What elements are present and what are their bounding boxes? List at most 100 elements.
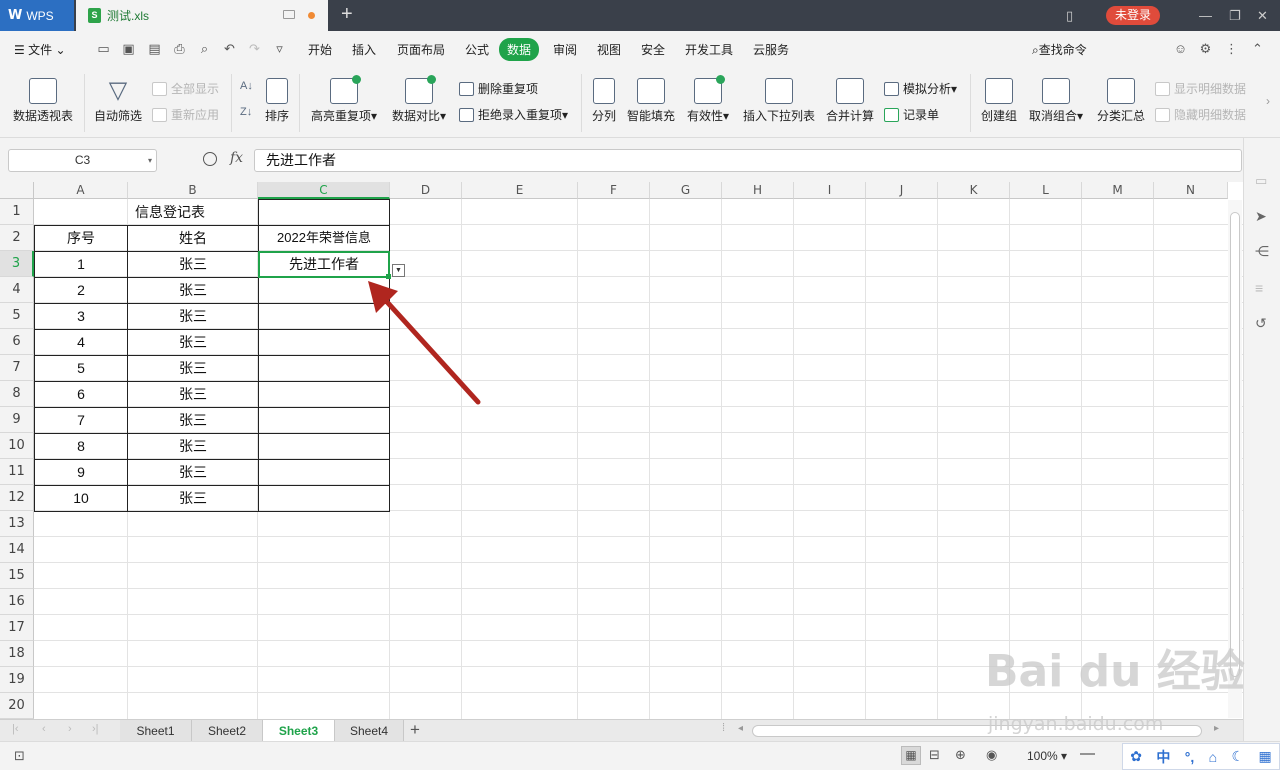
ribbon-scroll-right-icon[interactable]: › [1266, 94, 1270, 108]
undo-icon[interactable]: ↶ [222, 41, 237, 56]
row-header-5[interactable]: 5 [0, 303, 34, 329]
tab-home[interactable]: 开始 [308, 41, 332, 58]
document-tab[interactable]: S 测试.xls [76, 0, 328, 31]
vertical-scroll-thumb[interactable] [1230, 212, 1240, 677]
wps-home-tab[interactable]: W WPS [0, 0, 74, 31]
sheet-nav-prev-icon[interactable]: ‹ [42, 723, 46, 735]
redo-icon[interactable]: ↷ [247, 41, 262, 56]
tab-cloud[interactable]: 云服务 [753, 41, 789, 58]
sort-button[interactable]: 排序 [262, 78, 292, 124]
sheet-nav-next-icon[interactable]: › [68, 723, 72, 735]
eye-protection-icon[interactable]: ◉ [986, 747, 997, 763]
autofilter-button[interactable]: ▽ 自动筛选 [93, 78, 143, 124]
cell-a7[interactable]: 5 [34, 355, 128, 381]
highlight-duplicates-button[interactable]: 高亮重复项▾ [308, 75, 380, 124]
print-icon[interactable]: ⎙ [172, 41, 187, 56]
pdf-icon[interactable]: ▤ [147, 41, 162, 56]
tab-security[interactable]: 安全 [641, 41, 665, 58]
column-header-i[interactable]: I [794, 182, 866, 199]
hide-detail-button[interactable]: 隐藏明细数据 [1155, 106, 1246, 123]
zoom-search-icon[interactable] [203, 152, 217, 166]
page-layout-view-icon[interactable]: ⊕ [955, 747, 966, 763]
ungroup-button[interactable]: 取消组合▾ [1027, 78, 1085, 124]
column-header-m[interactable]: M [1082, 182, 1154, 199]
zoom-level[interactable]: 100% ▾ [1027, 749, 1067, 763]
column-header-l[interactable]: L [1010, 182, 1082, 199]
column-header-f[interactable]: F [578, 182, 650, 199]
moon-icon[interactable]: ☾ [1232, 748, 1245, 765]
cell-a6[interactable]: 4 [34, 329, 128, 355]
comment-icon[interactable]: ▭ [1255, 173, 1267, 189]
cell-a11[interactable]: 9 [34, 459, 128, 485]
zoom-out-icon[interactable]: — [1080, 745, 1095, 762]
show-detail-button[interactable]: 显示明细数据 [1155, 80, 1246, 97]
collapse-ribbon-icon[interactable]: ⌃ [1250, 41, 1265, 56]
row-header-2[interactable]: 2 [0, 225, 34, 251]
column-header-j[interactable]: J [866, 182, 938, 199]
chevron-down-icon[interactable]: ▾ [148, 150, 152, 171]
row-header-3[interactable]: 3 [0, 251, 34, 277]
hscroll-right-icon[interactable]: ▸ [1214, 723, 1219, 734]
cell-b2-header[interactable]: 姓名 [128, 225, 258, 251]
column-header-a[interactable]: A [34, 182, 128, 199]
cell-b7[interactable]: 张三 [128, 355, 258, 381]
normal-view-icon[interactable]: ▦ [901, 746, 921, 765]
column-header-n[interactable]: N [1154, 182, 1228, 199]
pivot-table-button[interactable]: 数据透视表 [12, 78, 74, 124]
sheet-tab-1[interactable]: Sheet1 [120, 720, 192, 742]
column-header-c[interactable]: C [258, 182, 390, 199]
page-break-view-icon[interactable]: ⊟ [929, 747, 940, 763]
hscroll-left-icon[interactable]: ◂ [738, 723, 743, 734]
sort-desc-icon[interactable]: Z↓ [240, 106, 252, 118]
row-header-11[interactable]: 11 [0, 459, 34, 485]
tab-insert[interactable]: 插入 [352, 41, 376, 58]
row-header-4[interactable]: 4 [0, 277, 34, 303]
row-header-15[interactable]: 15 [0, 563, 34, 589]
formula-input[interactable]: 先进工作者 [254, 149, 1242, 172]
punctuation-icon[interactable]: °, [1185, 749, 1195, 765]
validity-button[interactable]: 有效性▾ [684, 75, 732, 124]
row-header-14[interactable]: 14 [0, 537, 34, 563]
share-icon[interactable]: ⋲ [1255, 243, 1269, 260]
tab-developer[interactable]: 开发工具 [685, 41, 733, 58]
record-form-button[interactable]: 记录单 [884, 106, 939, 123]
row-header-18[interactable]: 18 [0, 641, 34, 667]
paw-icon[interactable]: ✿ [1130, 748, 1142, 765]
cell-a1-title[interactable]: 信息登记表 [34, 199, 258, 225]
new-tab-plus-icon[interactable]: + [341, 3, 353, 26]
column-header-h[interactable]: H [722, 182, 794, 199]
row-header-9[interactable]: 9 [0, 407, 34, 433]
cell-b4[interactable]: 张三 [128, 277, 258, 303]
ime-toolbar[interactable]: ✿ 中 °, ⌂ ☾ ▦ [1122, 743, 1280, 770]
cell-a8[interactable]: 6 [34, 381, 128, 407]
dropdown-arrow-icon[interactable]: ▼ [392, 264, 405, 277]
row-header-17[interactable]: 17 [0, 615, 34, 641]
tab-data[interactable]: 数据 [499, 38, 540, 61]
sort-asc-icon[interactable]: A↓ [240, 80, 253, 92]
cell-a3[interactable]: 1 [34, 251, 128, 277]
cell-b6[interactable]: 张三 [128, 329, 258, 355]
settings-gear-icon[interactable]: ⚙ [1198, 41, 1213, 56]
select-all-corner[interactable] [0, 182, 34, 199]
create-group-button[interactable]: 创建组 [979, 78, 1019, 124]
splitter-icon[interactable]: ⁞ [722, 722, 725, 734]
sheet-tab-2[interactable]: Sheet2 [192, 720, 263, 742]
row-header-10[interactable]: 10 [0, 433, 34, 459]
cell-b10[interactable]: 张三 [128, 433, 258, 459]
tab-view[interactable]: 视图 [597, 41, 621, 58]
more-icon[interactable]: ⋮ [1224, 41, 1239, 56]
file-menu[interactable]: ☰ 文件 ⌄ [14, 41, 66, 58]
ime-mode-label[interactable]: 中 [1156, 747, 1170, 767]
row-header-12[interactable]: 12 [0, 485, 34, 511]
cell-a4[interactable]: 2 [34, 277, 128, 303]
data-compare-button[interactable]: 数据对比▾ [389, 75, 449, 124]
cell-b8[interactable]: 张三 [128, 381, 258, 407]
row-header-8[interactable]: 8 [0, 381, 34, 407]
cell-a9[interactable]: 7 [34, 407, 128, 433]
grid-menu-icon[interactable]: ▦ [1259, 748, 1272, 765]
split-column-button[interactable]: 分列 [590, 78, 618, 124]
delete-duplicates-button[interactable]: 删除重复项 [459, 80, 538, 97]
smart-fill-button[interactable]: 智能填充 [625, 78, 677, 124]
tab-formulas[interactable]: 公式 [465, 41, 489, 58]
insert-dropdown-list-button[interactable]: 插入下拉列表 [742, 78, 816, 124]
